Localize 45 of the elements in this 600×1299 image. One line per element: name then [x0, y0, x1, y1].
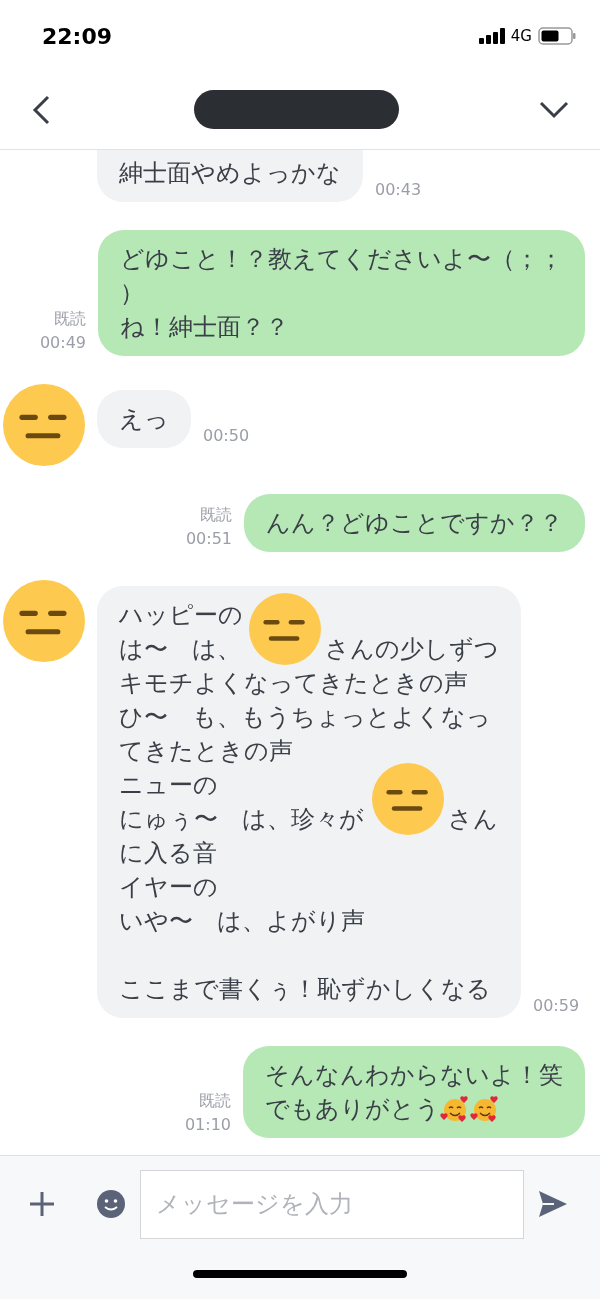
- message-text: イヤーの: [119, 872, 218, 903]
- plus-icon[interactable]: [28, 1190, 56, 1218]
- message-text: いや〜 は、よがり声: [119, 906, 365, 937]
- message-time: 00:50: [203, 425, 250, 447]
- message-text: に入る音: [119, 838, 217, 869]
- smiling-face-with-hearts-icon: [440, 1094, 470, 1124]
- expressionless-face-sticker-icon: [249, 593, 321, 665]
- message-time: 00:51: [185, 528, 232, 550]
- message-text: さん: [448, 804, 498, 835]
- message-time: 01:10: [184, 1114, 231, 1136]
- message-text: でもありがとう: [265, 1094, 440, 1125]
- signal-icon: [478, 28, 505, 44]
- message-text: てきたときの声: [119, 736, 293, 767]
- message-text: ひ〜 も、もうちょっとよくなっ: [119, 702, 491, 733]
- message-text: そんなんわからないよ！笑: [265, 1060, 563, 1091]
- expressionless-face-sticker-icon: [372, 763, 444, 835]
- message-text: ここまで書くぅ！恥ずかしくなる: [119, 974, 491, 1005]
- message-text: 紳士面やめよっかな: [119, 158, 341, 189]
- read-receipt: 既読: [54, 308, 86, 330]
- battery-icon: [538, 27, 576, 45]
- message-text: ね！紳士面？？: [120, 312, 289, 343]
- read-receipt: 既読: [199, 1090, 231, 1112]
- chevron-down-icon[interactable]: [538, 99, 570, 120]
- expressionless-face-avatar-icon: [3, 580, 85, 662]
- message-text: さんの少しずつ: [325, 634, 499, 665]
- message-text: にゅぅ〜 は、珍々が: [119, 804, 364, 835]
- message-text: キモチよくなってきたときの声: [119, 668, 468, 699]
- network-label: 4G: [510, 25, 532, 47]
- message-text: どゆこと！？教えてくださいよ〜（；；: [120, 244, 563, 275]
- message-text: ハッピーの: [119, 600, 243, 631]
- message-text: ）: [120, 278, 144, 309]
- message-time: 00:59: [533, 995, 580, 1017]
- read-receipt: 既読: [200, 504, 232, 526]
- send-icon[interactable]: [538, 1190, 568, 1218]
- message-text: んん？どゆことですか？？: [266, 508, 563, 539]
- status-time: 22:09: [42, 22, 113, 51]
- message-text: えっ: [119, 404, 169, 435]
- smiley-icon[interactable]: [96, 1189, 126, 1219]
- expressionless-face-avatar-icon: [3, 384, 85, 466]
- message-input[interactable]: メッセージを入力: [140, 1169, 524, 1239]
- message-time: 00:49: [39, 332, 86, 354]
- smiling-face-with-hearts-icon: [470, 1094, 500, 1124]
- message-text: ニューの: [119, 770, 218, 801]
- message-time: 00:43: [375, 179, 422, 201]
- message-text: は〜 は、: [119, 634, 241, 665]
